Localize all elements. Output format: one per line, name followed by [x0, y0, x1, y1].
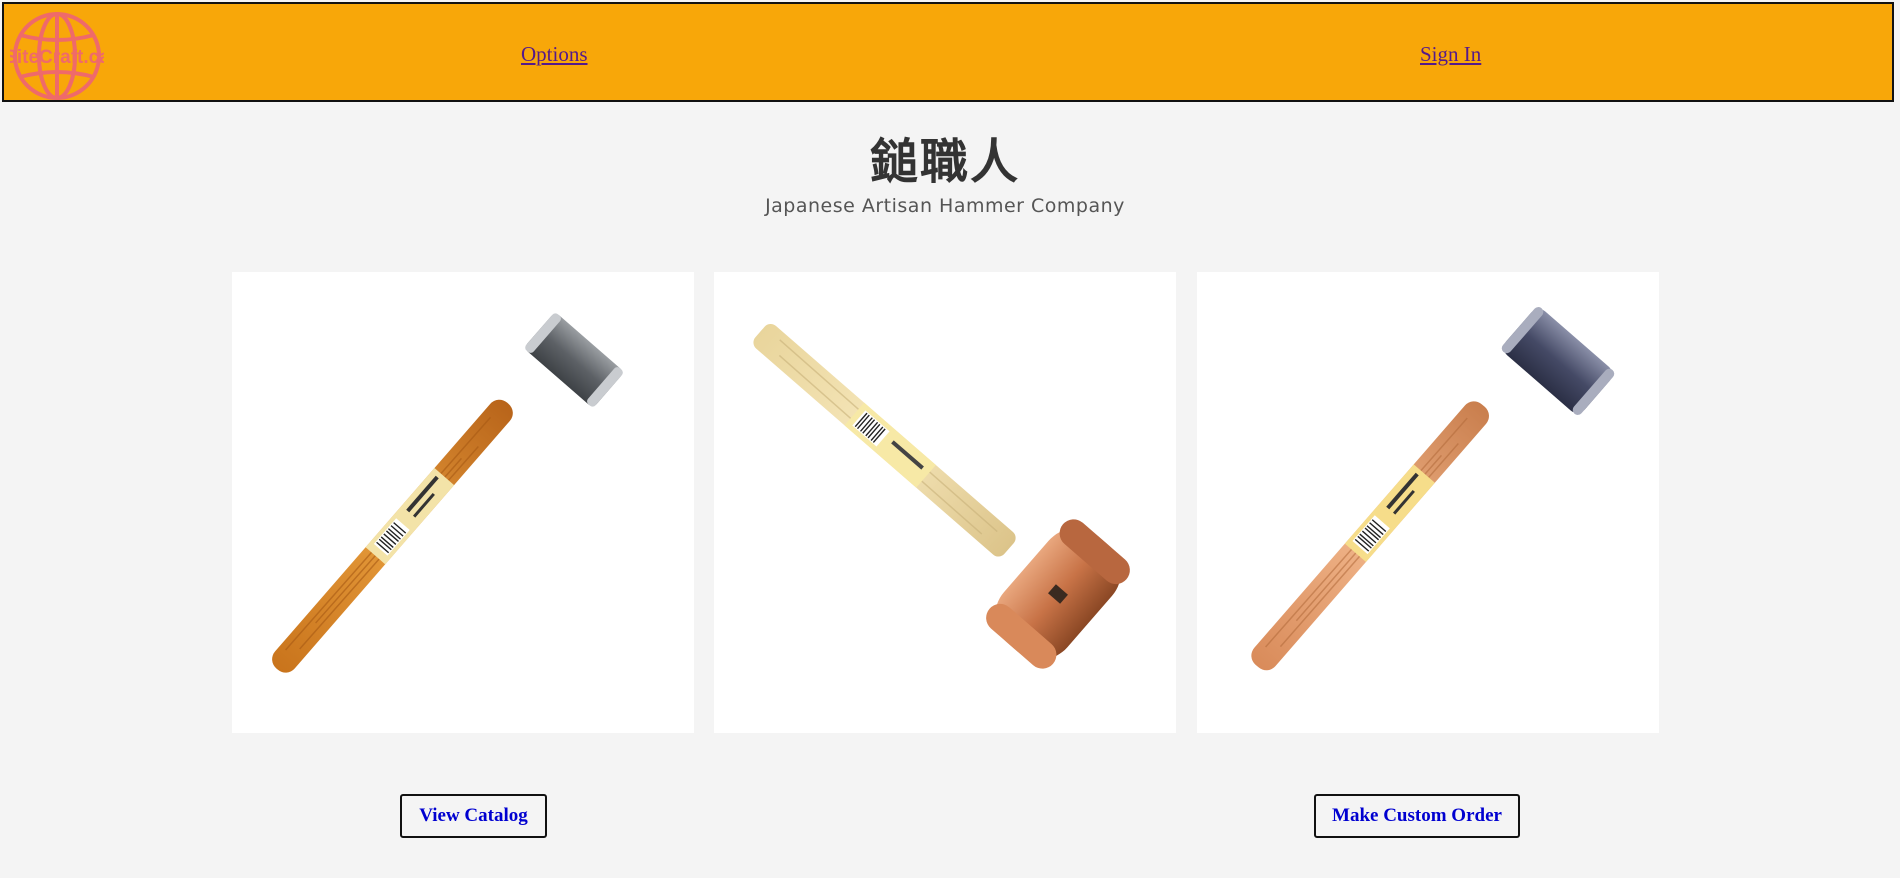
- hammer-copper-image: [753, 323, 1130, 669]
- sitecraft-logo[interactable]: SiteCraft.ca: [10, 11, 104, 101]
- make-custom-order-button[interactable]: Make Custom Order: [1314, 794, 1520, 838]
- nav-options-link[interactable]: Options: [521, 42, 588, 67]
- svg-text:SiteCraft.ca: SiteCraft.ca: [10, 47, 104, 68]
- hammer-oak-dark-steel-image: [1251, 307, 1615, 671]
- product-image-card[interactable]: [714, 272, 1176, 733]
- page-title: 鎚職人: [869, 134, 1020, 190]
- view-catalog-button[interactable]: View Catalog: [400, 794, 547, 838]
- globe-icon: SiteCraft.ca: [10, 12, 104, 100]
- hammer-oak-steel-image: [272, 313, 623, 673]
- header-bar: SiteCraft.ca Options Sign In: [2, 2, 1894, 102]
- page-subtitle: Japanese Artisan Hammer Company: [765, 195, 1125, 217]
- product-image-card[interactable]: [1197, 272, 1659, 733]
- product-image-card[interactable]: [232, 272, 694, 733]
- nav-sign-in-link[interactable]: Sign In: [1420, 42, 1481, 67]
